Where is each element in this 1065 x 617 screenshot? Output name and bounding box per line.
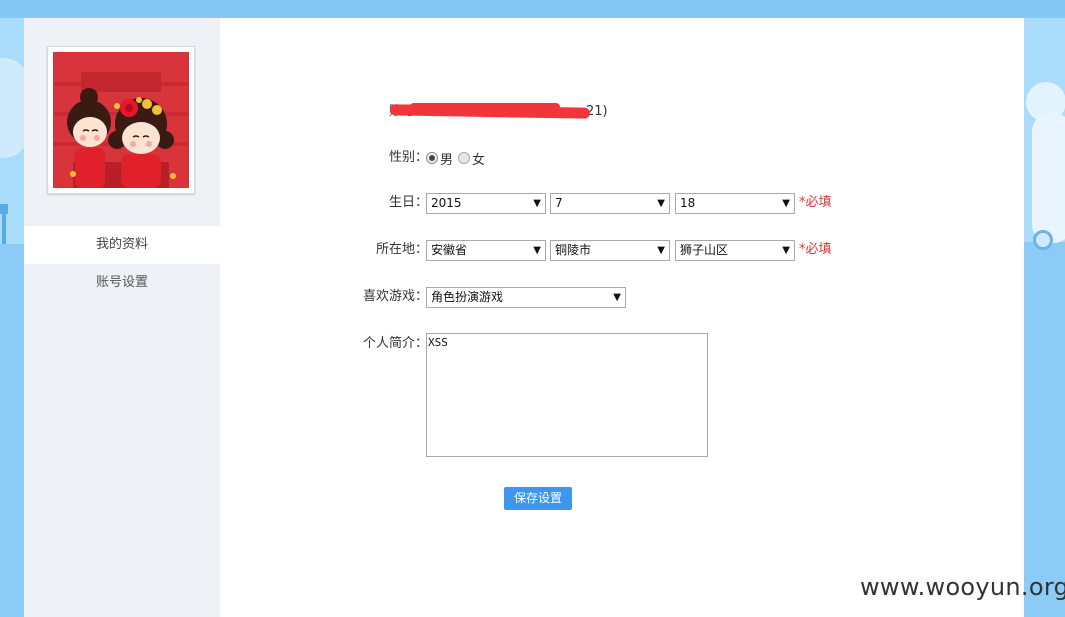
birthday-row: 生日： 2015 ▼ 7 ▼ 18 ▼ *必填: [220, 191, 1024, 215]
province-select[interactable]: 安徽省 ▼: [426, 240, 546, 261]
birthday-label: 生日：: [388, 195, 428, 210]
sidebar-menu: 我的资料 账号设置: [24, 226, 220, 302]
gender-option-male[interactable]: 男: [426, 146, 453, 170]
select-value: 铜陵市: [555, 243, 592, 257]
background-left: [0, 18, 28, 617]
dropdown-arrow-icon: ▼: [657, 198, 665, 209]
radio-button[interactable]: [426, 152, 438, 164]
avatar[interactable]: [47, 46, 195, 194]
sidebar-item-my-profile[interactable]: 我的资料: [24, 226, 220, 264]
select-value: 安徽省: [431, 243, 468, 257]
radio-button[interactable]: [458, 152, 470, 164]
watermark: www.wooyun.org: [860, 573, 1065, 601]
dropdown-arrow-icon: ▼: [533, 245, 541, 256]
game-row: 喜欢游戏： 角色扮演游戏 ▼: [220, 285, 1024, 309]
birthday-year-select[interactable]: 2015 ▼: [426, 193, 546, 214]
redaction-mark: [410, 103, 560, 111]
game-label: 喜欢游戏：: [362, 289, 428, 304]
birthday-day-select[interactable]: 18 ▼: [675, 193, 795, 214]
background-right: [1024, 18, 1065, 617]
bio-label: 个人简介：: [362, 336, 428, 351]
ground-decoration: [0, 244, 24, 617]
profile-form: 账号： 21) 性别： 男 女 生日： 2015 ▼ 7 ▼ 18 ▼ *必填: [220, 18, 1024, 617]
gender-label: 性别：: [388, 150, 428, 165]
avatar-image: [53, 52, 189, 188]
bio-textarea[interactable]: XSS: [426, 333, 708, 457]
select-value: 2015: [431, 196, 462, 210]
dropdown-arrow-icon: ▼: [782, 198, 790, 209]
dropdown-arrow-icon: ▼: [657, 245, 665, 256]
cloud-decoration: [1032, 113, 1065, 243]
dropdown-arrow-icon: ▼: [613, 292, 621, 303]
district-select[interactable]: 狮子山区 ▼: [675, 240, 795, 261]
sidebar: 我的资料 账号设置: [24, 18, 220, 617]
gender-option-label: 男: [440, 152, 454, 168]
gender-row: 性别： 男 女: [220, 146, 1024, 170]
dropdown-arrow-icon: ▼: [533, 198, 541, 209]
select-value: 7: [555, 196, 563, 210]
select-value: 狮子山区: [680, 243, 729, 257]
city-select[interactable]: 铜陵市 ▼: [550, 240, 670, 261]
required-note: *必填: [799, 195, 832, 210]
knob-decoration: [1033, 230, 1053, 250]
dropdown-arrow-icon: ▼: [782, 245, 790, 256]
gender-option-label: 女: [472, 152, 486, 168]
account-row: 账号： 21): [220, 100, 1024, 124]
location-row: 所在地： 安徽省 ▼ 铜陵市 ▼ 狮子山区 ▼ *必填: [220, 238, 1024, 262]
select-value: 角色扮演游戏: [431, 290, 504, 304]
location-label: 所在地：: [375, 242, 428, 257]
sidebar-item-account-settings[interactable]: 账号设置: [24, 264, 220, 302]
post-decoration: [2, 214, 6, 244]
gender-option-female[interactable]: 女: [458, 146, 485, 170]
favorite-game-select[interactable]: 角色扮演游戏 ▼: [426, 287, 626, 308]
select-value: 18: [680, 196, 696, 210]
top-band: [0, 0, 1065, 18]
save-button[interactable]: 保存设置: [504, 487, 572, 510]
sign-decoration: [0, 204, 8, 214]
birthday-month-select[interactable]: 7 ▼: [550, 193, 670, 214]
required-note: *必填: [799, 242, 832, 257]
